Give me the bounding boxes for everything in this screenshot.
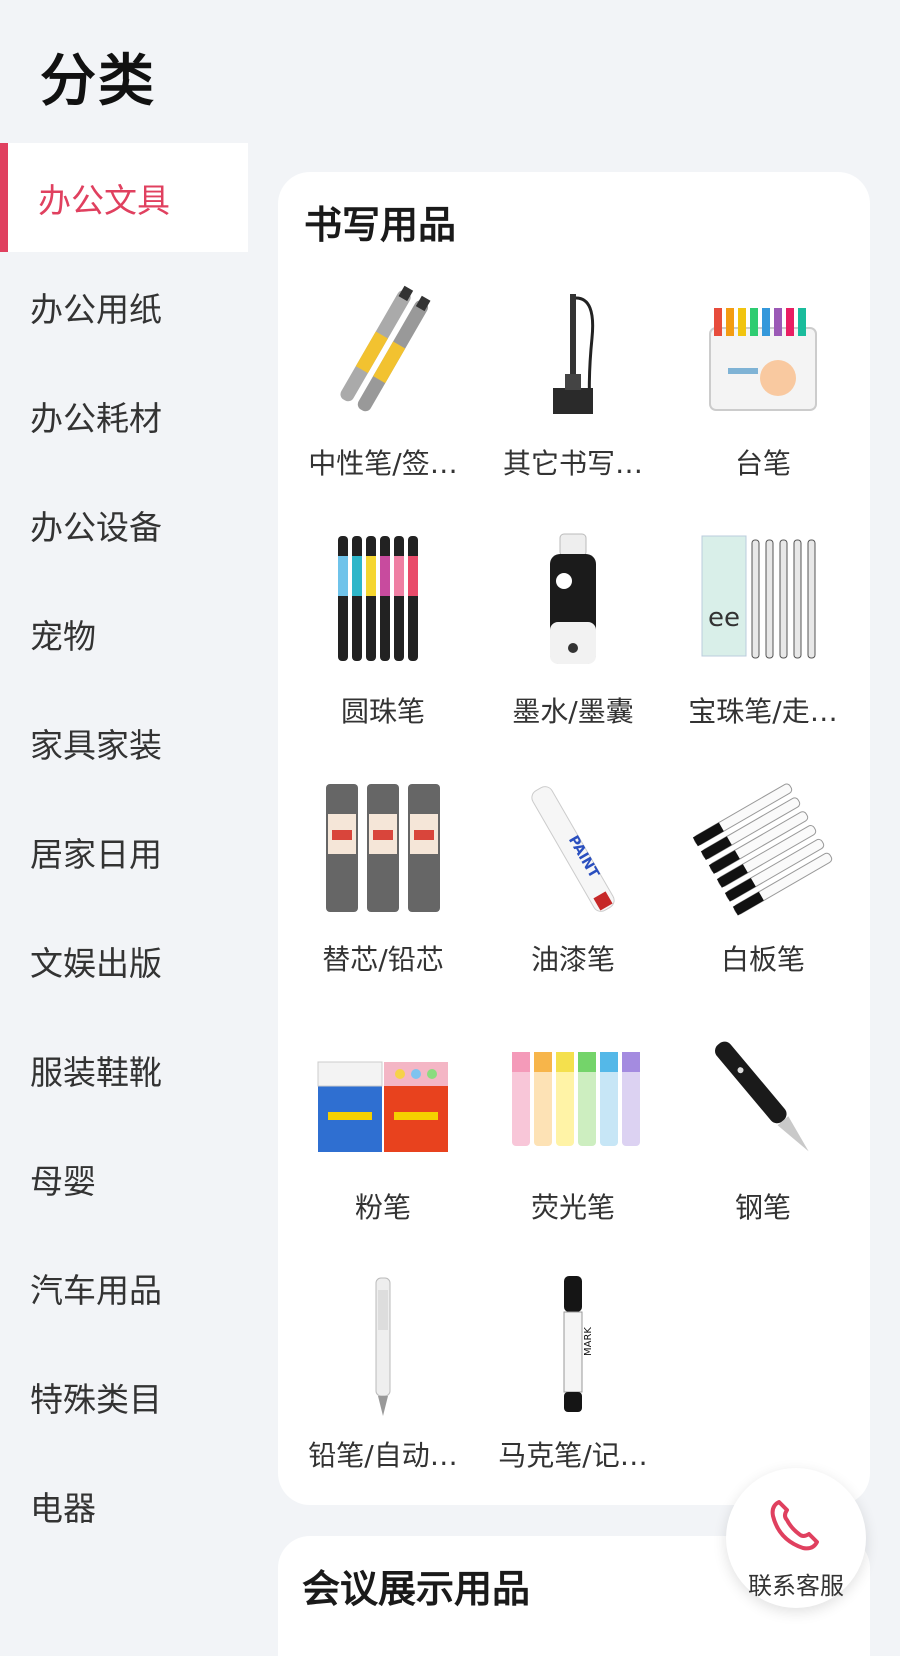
highlighters-icon: [498, 1022, 648, 1172]
subcategory-rollerball[interactable]: ee 宝珠笔/走…: [668, 520, 858, 768]
subcategory-label: 替芯/铅芯: [322, 943, 444, 976]
subcategory-chalk[interactable]: 粉笔: [288, 1016, 478, 1264]
page-title: 分类: [40, 49, 156, 114]
subcategory-label: 宝珠笔/走…: [688, 695, 838, 728]
subcategory-label: 马克笔/记…: [498, 1439, 648, 1472]
desk-pen-icon: [498, 278, 648, 428]
section-title: 书写用品: [304, 203, 457, 247]
subcategory-whiteboard[interactable]: 白板笔: [668, 768, 858, 1016]
phone-icon: [770, 1500, 819, 1551]
sidebar-item-special[interactable]: 特殊类目: [0, 1342, 248, 1451]
subcategory-paint-marker[interactable]: PAINT 油漆笔: [478, 768, 668, 1016]
svg-text:MARK: MARK: [583, 1327, 594, 1356]
pencil-leads-icon: [308, 774, 458, 924]
fountain-pen-icon: [688, 1022, 838, 1172]
category-card-writing: 书写用品 中性笔/签… 其它书写… 台笔 圆珠笔 墨水/墨囊 ee 宝珠笔/走……: [278, 172, 870, 1505]
mechanical-pencil-icon: [308, 1270, 458, 1420]
section-title: 会议展示用品: [302, 1567, 531, 1611]
chalk-box-icon: [308, 1022, 458, 1172]
sidebar-item-publishing[interactable]: 文娱出版: [0, 906, 248, 1015]
subcategory-label: 中性笔/签…: [308, 447, 458, 480]
sidebar-item-appliances[interactable]: 电器: [0, 1451, 248, 1560]
subcategory-label: 粉笔: [354, 1191, 411, 1224]
paint-marker-icon: PAINT: [498, 774, 648, 924]
ink-bottle-icon: [498, 526, 648, 676]
subcategory-label: 钢笔: [734, 1191, 791, 1224]
subcategory-label: 圆珠笔: [340, 695, 425, 728]
subcategory-label: 油漆笔: [530, 943, 615, 976]
subcategory-refill[interactable]: 替芯/铅芯: [288, 768, 478, 1016]
subcategory-marker[interactable]: MARK 马克笔/记…: [478, 1264, 668, 1512]
subcategory-label: 铅笔/自动…: [308, 1439, 458, 1472]
sidebar-item-household[interactable]: 居家日用: [0, 797, 248, 906]
ballpoint-pens-icon: [308, 526, 458, 676]
gel-pen-icon: [308, 278, 458, 428]
sidebar-item-office-stationery[interactable]: 办公文具: [0, 143, 248, 252]
subcategory-label: 墨水/墨囊: [512, 695, 634, 728]
subcategory-label: 其它书写…: [502, 447, 643, 480]
subcategory-highlighter[interactable]: 荧光笔: [478, 1016, 668, 1264]
marker-set-icon: [688, 278, 838, 428]
sidebar-item-office-equipment[interactable]: 办公设备: [0, 470, 248, 579]
subcategory-gel-pen[interactable]: 中性笔/签…: [288, 272, 478, 520]
subcategory-fountain-pen[interactable]: 钢笔: [668, 1016, 858, 1264]
whiteboard-markers-icon: [688, 774, 838, 924]
rollerball-pens-icon: ee: [688, 526, 838, 676]
contact-service-button[interactable]: 联系客服: [726, 1468, 866, 1608]
subcategory-desk-pen[interactable]: 台笔: [668, 272, 858, 520]
subcategory-ink[interactable]: 墨水/墨囊: [478, 520, 668, 768]
sidebar-item-office-consumables[interactable]: 办公耗材: [0, 361, 248, 470]
subcategory-grid: 中性笔/签… 其它书写… 台笔 圆珠笔 墨水/墨囊 ee 宝珠笔/走… 替芯/铅…: [288, 272, 858, 1512]
sidebar-item-auto[interactable]: 汽车用品: [0, 1233, 248, 1342]
svg-text:ee: ee: [708, 603, 740, 633]
subcategory-pencil[interactable]: 铅笔/自动…: [288, 1264, 478, 1512]
marker-pen-icon: MARK: [498, 1270, 648, 1420]
sidebar-item-furniture[interactable]: 家具家装: [0, 688, 248, 797]
subcategory-ballpoint[interactable]: 圆珠笔: [288, 520, 478, 768]
subcategory-label: 荧光笔: [530, 1191, 615, 1224]
subcategory-label: 白板笔: [720, 943, 805, 976]
sidebar-item-apparel[interactable]: 服装鞋靴: [0, 1015, 248, 1124]
subcategory-other-writing[interactable]: 其它书写…: [478, 272, 668, 520]
contact-service-label: 联系客服: [748, 1572, 844, 1600]
subcategory-label: 台笔: [734, 447, 791, 480]
category-sidebar: 办公文具 办公用纸 办公耗材 办公设备 宠物 家具家装 居家日用 文娱出版 服装…: [0, 143, 248, 1560]
sidebar-item-office-paper[interactable]: 办公用纸: [0, 252, 248, 361]
sidebar-item-baby[interactable]: 母婴: [0, 1124, 248, 1233]
sidebar-item-pets[interactable]: 宠物: [0, 579, 248, 688]
